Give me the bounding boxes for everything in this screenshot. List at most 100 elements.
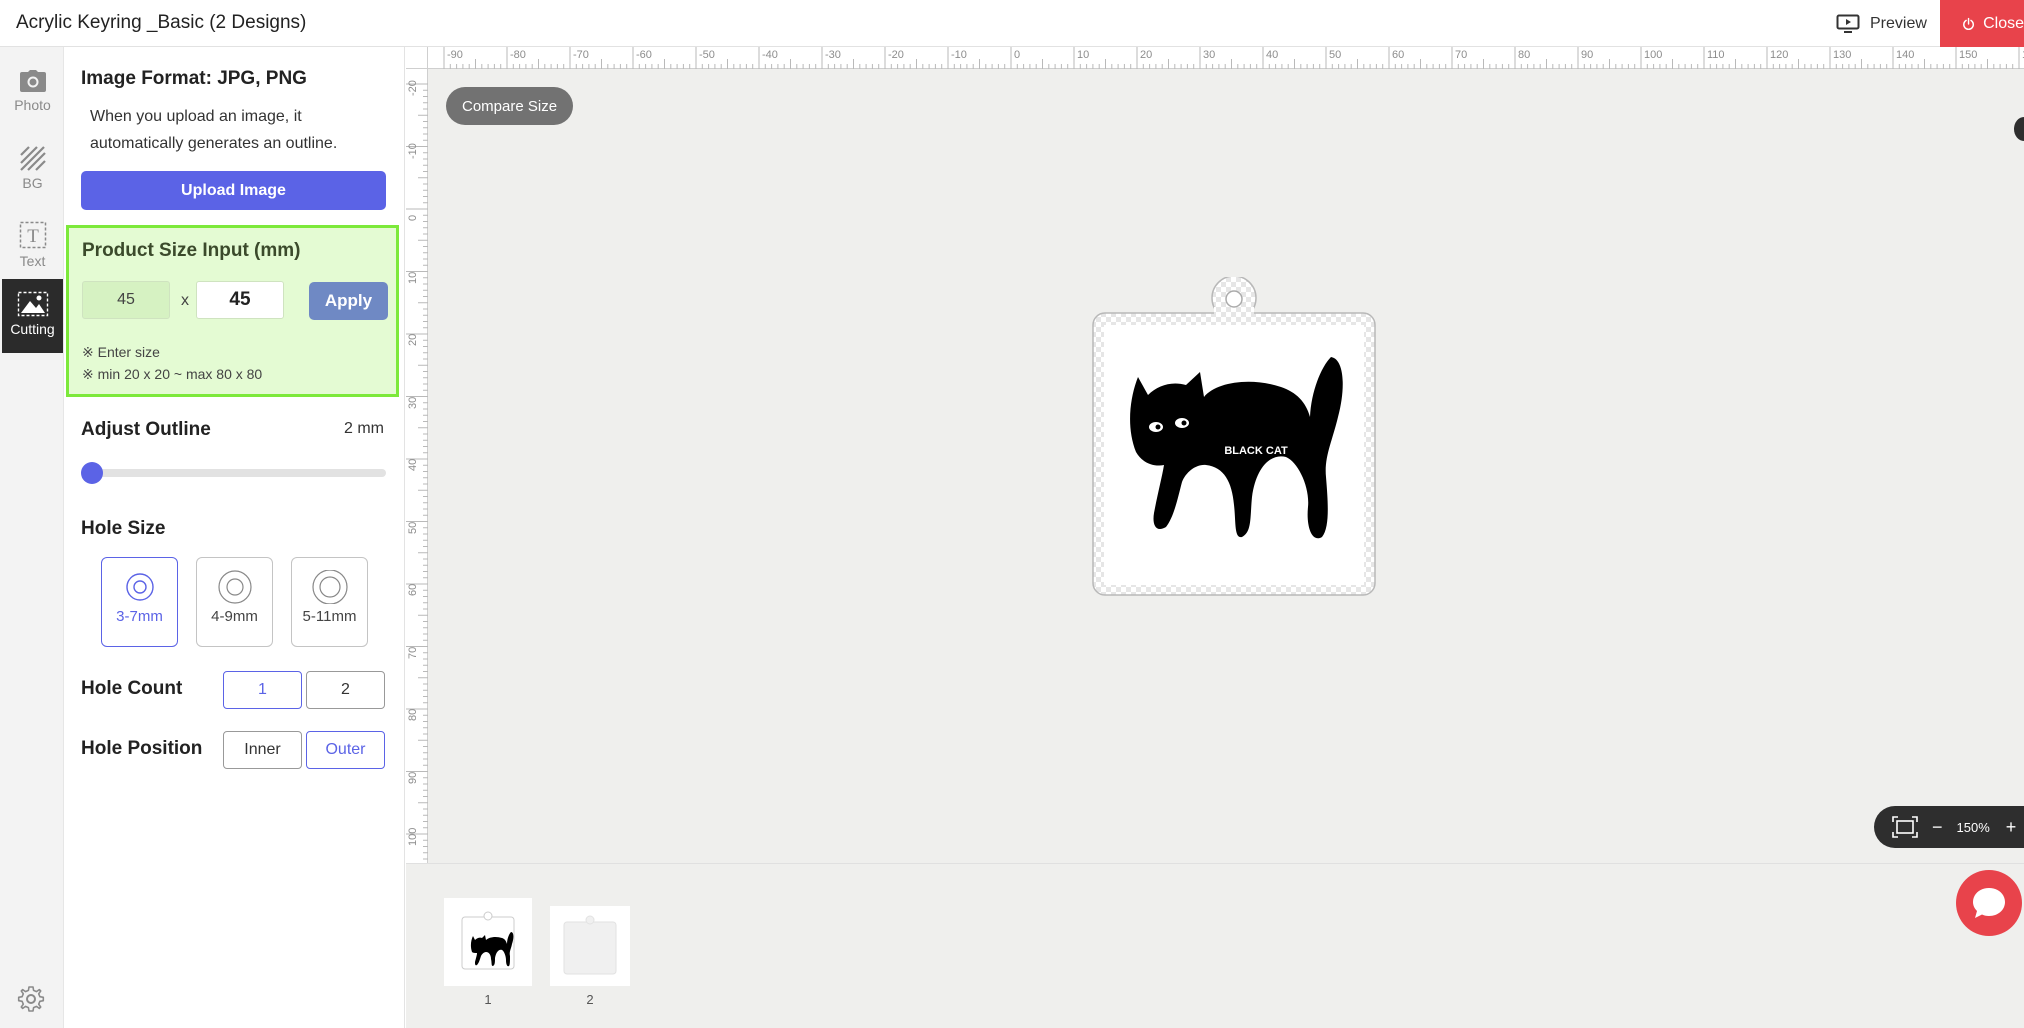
zoom-out-icon[interactable]: − bbox=[1932, 817, 1943, 838]
power-icon bbox=[1963, 17, 1975, 30]
gear-icon[interactable] bbox=[16, 984, 46, 1014]
ruler-top-label: 50 bbox=[1329, 49, 1342, 61]
hole-count-title: Hole Count bbox=[81, 678, 183, 699]
hole-size-title: Hole Size bbox=[81, 518, 166, 539]
thumbnail-2-image bbox=[563, 915, 617, 975]
cat-pupil-left bbox=[1155, 424, 1161, 430]
cat-pupil-right bbox=[1181, 420, 1187, 426]
preview-label: Preview bbox=[1870, 15, 1927, 32]
ruler-top-label: -70 bbox=[573, 49, 589, 61]
hole-size-option-3-7[interactable]: 3-7mm bbox=[101, 557, 178, 647]
upload-image-button[interactable]: Upload Image bbox=[81, 171, 386, 210]
preview-button[interactable]: Preview bbox=[1836, 10, 1927, 38]
thumbnail-2[interactable] bbox=[550, 906, 630, 986]
outline-slider-track[interactable] bbox=[83, 469, 386, 477]
ruler-left-label: 30 bbox=[407, 396, 419, 409]
fit-screen-icon[interactable] bbox=[1892, 816, 1918, 838]
monitor-play-icon bbox=[1836, 14, 1860, 33]
width-input[interactable] bbox=[82, 281, 170, 319]
close-button[interactable]: Close bbox=[1940, 0, 2024, 47]
ruler-left-label: 90 bbox=[407, 771, 419, 784]
compare-size-button[interactable]: Compare Size bbox=[446, 87, 574, 125]
ruler-top-label: -10 bbox=[951, 49, 967, 61]
options-panel: Image Format: JPG, PNG When you upload a… bbox=[64, 47, 405, 1028]
key-hole bbox=[1225, 290, 1243, 308]
vertical-ruler: -20 -10 0 10 20 30 40 50 60 70 80 90 100 bbox=[406, 47, 428, 863]
design-thumbnails: 1 2 bbox=[406, 863, 2024, 1028]
ruler-top-label: -60 bbox=[636, 49, 652, 61]
ruler-left-label: -10 bbox=[407, 142, 419, 159]
outline-slider-handle[interactable] bbox=[81, 462, 103, 484]
side-handle[interactable] bbox=[2014, 117, 2024, 141]
ruler-left-label: 50 bbox=[407, 521, 419, 534]
rail-item-text[interactable]: T Text bbox=[2, 209, 63, 283]
hole-position-inner-button[interactable]: Inner bbox=[223, 731, 302, 769]
svg-text:T: T bbox=[27, 226, 39, 247]
app-title: Acrylic Keyring _Basic (2 Designs) bbox=[16, 12, 307, 33]
thumbnail-1[interactable] bbox=[444, 898, 532, 986]
ruler-top-label: -90 bbox=[447, 49, 463, 61]
ruler-left-label: 40 bbox=[407, 458, 419, 471]
rail-item-bg[interactable]: BG bbox=[2, 133, 63, 207]
rail-label-bg: BG bbox=[22, 175, 43, 191]
ruler-top-label: 70 bbox=[1455, 49, 1468, 61]
ruler-top-label: -80 bbox=[510, 49, 526, 61]
rail-item-cutting[interactable]: Cutting bbox=[2, 279, 63, 353]
rail-item-photo[interactable]: Photo bbox=[2, 57, 63, 131]
adjust-outline-title: Adjust Outline bbox=[81, 419, 211, 440]
thumbnail-1-number: 1 bbox=[484, 992, 492, 1007]
format-description: When you upload an image, it automatical… bbox=[90, 108, 338, 152]
text-box-icon: T bbox=[19, 221, 46, 249]
ruler-left-label: 80 bbox=[407, 708, 419, 721]
chat-bubble-icon bbox=[1973, 888, 2005, 918]
tool-rail: Photo BG T Text Cutting bbox=[0, 47, 64, 1028]
thumbnail-2-number: 2 bbox=[586, 992, 594, 1007]
top-header: Acrylic Keyring _Basic (2 Designs) Previ… bbox=[0, 0, 2024, 47]
ruler-top-label: -30 bbox=[825, 49, 841, 61]
hole-count-2-button[interactable]: 2 bbox=[306, 671, 385, 709]
ruler-left-label: -20 bbox=[407, 80, 419, 96]
ruler-left-label: 70 bbox=[407, 646, 419, 659]
horizontal-ruler: -90 -80 -70 -60 -50 -40 -30 -20 -10 0 10 20 30 40 50 60… bbox=[406, 47, 2024, 69]
vertical-ruler-ticks bbox=[406, 83, 428, 860]
apply-button[interactable]: Apply bbox=[309, 282, 388, 320]
outline-value: 2 mm bbox=[344, 420, 384, 437]
format-title: Image Format: JPG, PNG bbox=[81, 68, 307, 89]
keyring-design[interactable]: BLACK CAT bbox=[1086, 277, 1376, 597]
ruler-top-label: 0 bbox=[1014, 49, 1021, 61]
ruler-top-label: 120 bbox=[1770, 49, 1789, 61]
hole-position-title: Hole Position bbox=[81, 738, 203, 759]
hole-size-label: 3-7mm bbox=[116, 608, 163, 625]
hole-size-label: 5-11mm bbox=[302, 608, 357, 625]
ruler-top-label: -40 bbox=[762, 49, 778, 61]
size-separator: x bbox=[181, 292, 189, 309]
height-input[interactable] bbox=[196, 281, 284, 319]
hole-size-option-4-9[interactable]: 4-9mm bbox=[196, 557, 273, 647]
size-note-enter: ※ Enter size bbox=[82, 344, 160, 360]
camera-icon bbox=[19, 70, 46, 92]
zoom-in-icon[interactable]: + bbox=[2006, 817, 2017, 838]
ruler-top-label: 110 bbox=[1707, 49, 1725, 61]
ruler-left-label: 0 bbox=[407, 214, 419, 221]
ruler-top-label: 60 bbox=[1392, 49, 1405, 61]
ruler-left-label: 100 bbox=[407, 827, 419, 846]
hatch-icon bbox=[19, 146, 46, 171]
ruler-top-label: 10 bbox=[1077, 49, 1090, 61]
ruler-top-label: 140 bbox=[1896, 49, 1915, 61]
design-text: BLACK CAT bbox=[1224, 445, 1288, 457]
tab-joint bbox=[1214, 307, 1254, 317]
ruler-top-label: 100 bbox=[1644, 49, 1663, 61]
ruler-top-label: 30 bbox=[1203, 49, 1216, 61]
canvas-workspace[interactable]: -90 -80 -70 -60 -50 -40 -30 -20 -10 0 10 20 30 40 50 60… bbox=[406, 47, 2024, 863]
chat-button[interactable] bbox=[1956, 870, 2022, 936]
landscape-icon bbox=[17, 291, 48, 317]
large-ring-icon bbox=[311, 570, 348, 604]
hole-position-outer-button[interactable]: Outer bbox=[306, 731, 385, 769]
hole-size-option-5-11[interactable]: 5-11mm bbox=[291, 557, 368, 647]
size-note-range: ※ min 20 x 20 ~ max 80 x 80 bbox=[82, 366, 263, 382]
zoom-controls: − 150% + bbox=[1874, 806, 2024, 848]
ruler-top-label: 130 bbox=[1833, 49, 1852, 61]
ruler-left-label: 20 bbox=[407, 333, 419, 346]
ruler-top-label: 20 bbox=[1140, 49, 1153, 61]
hole-count-1-button[interactable]: 1 bbox=[223, 671, 302, 709]
